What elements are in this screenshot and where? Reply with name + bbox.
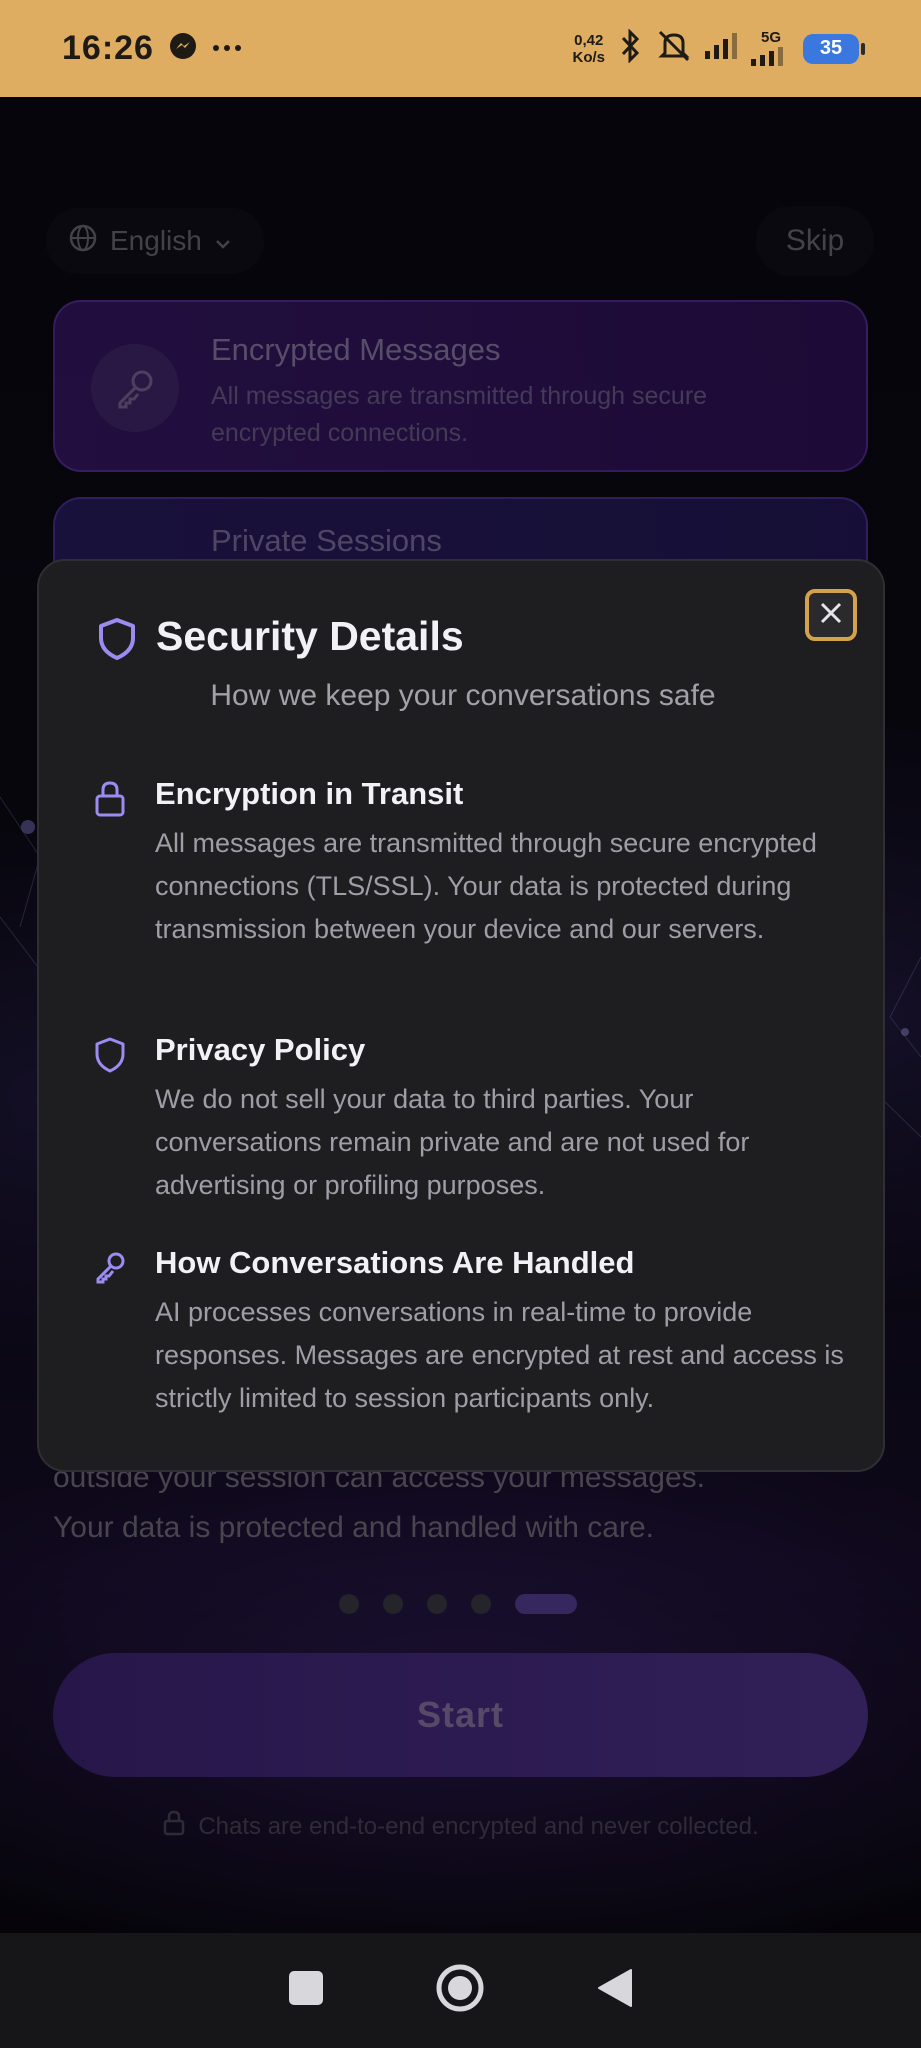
signal-icon: [703, 31, 739, 66]
bluetooth-icon: [615, 28, 645, 68]
messenger-icon: [168, 31, 198, 66]
system-navigation-bar: [0, 1933, 921, 2048]
section-title: How Conversations Are Handled: [155, 1245, 635, 1280]
shield-icon: [97, 617, 137, 666]
recents-button[interactable]: [287, 1969, 325, 2012]
status-bar: 16:26 0,42 Ko/s 5G 35: [0, 0, 921, 97]
close-button[interactable]: [805, 589, 857, 641]
section-title: Privacy Policy: [155, 1032, 366, 1067]
dialog-title: Security Details: [156, 613, 464, 659]
section-body: AI processes conversations in real-time …: [155, 1297, 844, 1413]
mute-icon: [655, 29, 693, 68]
section-title: Encryption in Transit: [155, 776, 464, 811]
back-button[interactable]: [595, 1967, 635, 2014]
dialog-subtitle: How we keep your conversations safe: [210, 679, 716, 712]
shield-icon: [93, 1036, 127, 1079]
more-icon: [212, 40, 242, 58]
close-icon: [818, 600, 844, 631]
security-details-dialog: Security Details How we keep your conver…: [37, 559, 885, 1472]
signal-5g-icon: 5G: [749, 30, 793, 67]
status-time: 16:26: [62, 29, 154, 67]
home-button[interactable]: [435, 1963, 485, 2018]
key-icon: [93, 1249, 129, 1290]
lock-icon: [93, 780, 127, 823]
section-body: All messages are transmitted through sec…: [155, 828, 817, 944]
battery-icon: 35: [803, 33, 865, 64]
section-body: We do not sell your data to third partie…: [155, 1084, 750, 1200]
network-speed: 0,42 Ko/s: [572, 31, 605, 66]
